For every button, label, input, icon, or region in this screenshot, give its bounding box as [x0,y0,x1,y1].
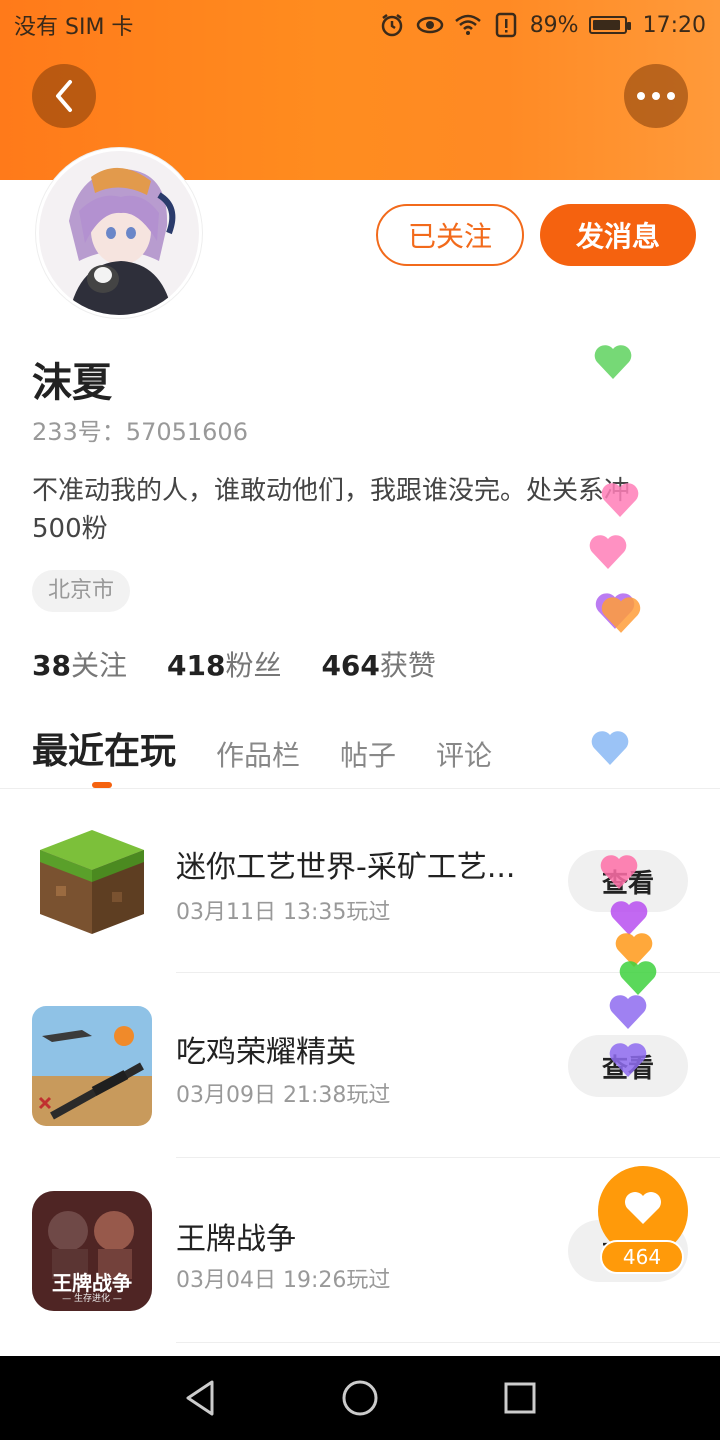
stat-label: 关注 [70,649,127,682]
floating-heart-icon [601,483,639,517]
chevron-left-icon [56,80,72,112]
floating-heart-icon [591,731,629,765]
recents-square-icon [504,1382,536,1414]
game-icon [32,822,152,942]
stat-following[interactable]: 38关注 [32,644,127,684]
stat-number: 38 [32,649,71,682]
heart-icon [625,1192,661,1224]
back-triangle-icon [186,1380,214,1416]
floating-heart-icon [609,995,647,1029]
alert-icon [492,11,520,39]
alarm-icon [378,11,406,39]
wifi-icon [454,11,482,39]
floating-heart-icon [609,1043,647,1077]
carrier-text: 没有 SIM 卡 [14,15,134,40]
floating-heart-icon [589,535,627,569]
profile-stats: 38关注 418粉丝 464获赞 [32,644,436,684]
location-tag: 北京市 [32,570,131,612]
game-title: 迷你工艺世界-采矿工艺... [176,850,516,885]
profile-tabs: 最近在玩 作品栏 帖子 评论 [32,722,492,774]
nav-recents-button[interactable] [490,1368,550,1428]
divider [0,788,720,789]
tab-posts[interactable]: 帖子 [340,734,396,774]
floating-heart-icon [601,597,641,633]
username: 沫夏 [32,360,112,406]
divider [176,1342,720,1343]
battery-icon [588,16,631,34]
stat-number: 418 [166,649,226,682]
nav-back-button[interactable] [170,1368,230,1428]
back-button[interactable] [32,64,96,128]
game-played-time: 03月04日 19:26玩过 [176,1268,391,1293]
game-title: 吃鸡荣耀精英 [176,1035,356,1070]
stat-followers[interactable]: 418粉丝 [167,644,281,684]
stat-label: 粉丝 [225,649,282,682]
system-nav-bar [0,1356,720,1440]
game-played-time: 03月11日 13:35玩过 [176,900,391,925]
game-icon [32,1006,152,1126]
game-title: 王牌战争 [176,1222,296,1257]
game-played-time: 03月09日 21:38玩过 [176,1083,391,1108]
home-circle-icon [342,1380,378,1416]
battery-percent: 89% [529,12,579,38]
stat-number: 464 [321,649,380,682]
more-icon [637,92,675,100]
user-id: 233号：57051606 [32,418,248,446]
following-button[interactable]: 已关注 [376,204,524,266]
tab-works[interactable]: 作品栏 [216,734,300,774]
stat-label: 获赞 [379,649,436,682]
like-count: 464 [600,1240,684,1274]
eye-icon [416,11,444,39]
status-bar: 没有 SIM 卡 89% 17:20 [0,0,720,50]
tab-recently-played[interactable]: 最近在玩 [32,722,176,774]
game-icon-subtitle: — 生存进化 — [62,1294,122,1304]
tab-comments[interactable]: 评论 [436,734,492,774]
more-button[interactable] [624,64,688,128]
stat-likes[interactable]: 464获赞 [321,644,435,684]
floating-heart-icon [600,855,638,889]
divider [176,1157,720,1158]
clock: 17:20 [642,12,706,38]
avatar[interactable] [36,148,202,318]
floating-heart-icon [594,345,632,379]
nav-home-button[interactable] [330,1368,390,1428]
send-message-button[interactable]: 发消息 [540,204,696,266]
game-icon: 王牌战争 — 生存进化 — [32,1191,152,1311]
bio: 不准动我的人，谁敢动他们，我跟谁没完。处关系冲500粉 [32,476,631,544]
